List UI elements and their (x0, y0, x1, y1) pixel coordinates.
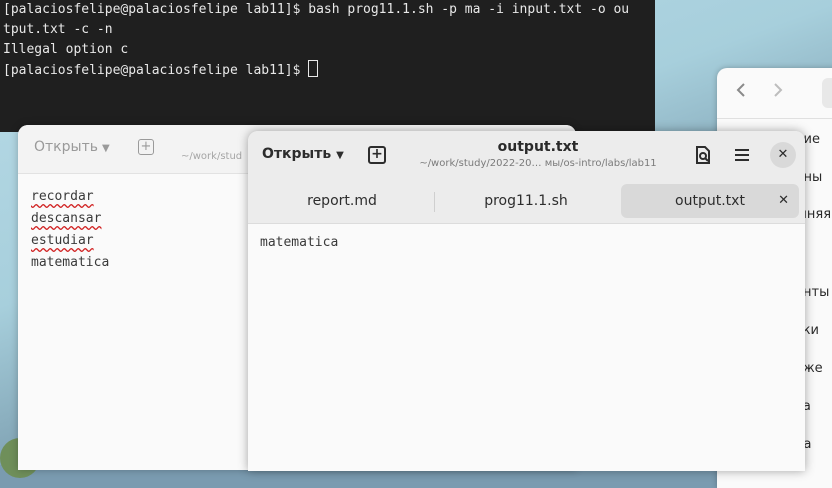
tab-label: output.txt (675, 193, 745, 209)
terminal-window[interactable]: [palaciosfelipe@palaciosfelipe lab11]$ b… (0, 0, 655, 132)
open-button[interactable]: Открыть ▼ (262, 146, 344, 162)
chevron-left-icon[interactable] (735, 82, 747, 103)
tab-prog11-1-sh[interactable]: prog11.1.sh (442, 184, 610, 218)
tab-bar: report.md prog11.1.sh output.txt ✕ (248, 179, 805, 224)
editor-text-area[interactable]: matematica (260, 235, 338, 250)
new-tab-icon[interactable]: + (138, 139, 154, 155)
tab-label: report.md (307, 193, 377, 209)
close-window-button[interactable]: ✕ (770, 142, 796, 168)
open-button[interactable]: Открыть ▼ (34, 139, 110, 155)
caret-down-icon: ▼ (101, 143, 110, 154)
window-subtitle: ~/work/study/2022-20… мы/os-intro/labs/l… (419, 158, 657, 169)
terminal-line: tput.txt -c -n (3, 22, 113, 37)
file-manager-header (717, 68, 832, 119)
terminal-line: [palaciosfelipe@palaciosfelipe lab11]$ b… (3, 2, 630, 17)
front-editor-window[interactable]: Открыть ▼ + output.txt ~/work/study/2022-… (248, 131, 805, 471)
tab-output-txt[interactable]: output.txt ✕ (621, 184, 799, 218)
open-button-label: Открыть (262, 146, 332, 162)
text-line: matematica (260, 235, 339, 250)
open-button-label: Открыть (34, 139, 98, 155)
search-document-icon[interactable] (692, 144, 714, 166)
terminal-line: Illegal option c (3, 42, 129, 57)
caret-down-icon: ▼ (336, 150, 344, 161)
close-tab-icon[interactable]: ✕ (778, 184, 789, 218)
chevron-right-icon[interactable] (772, 82, 784, 103)
window-title: output.txt (497, 139, 579, 155)
terminal-cursor (308, 60, 319, 77)
new-tab-icon[interactable]: + (368, 146, 386, 164)
terminal-prompt-line: [palaciosfelipe@palaciosfelipe lab11]$ (0, 60, 655, 81)
tab-separator (434, 192, 435, 212)
hamburger-menu-icon[interactable] (731, 144, 753, 166)
editor-header-bar: Открыть ▼ + output.txt ~/work/study/2022-… (248, 131, 805, 179)
tab-label: prog11.1.sh (484, 193, 568, 209)
window-subtitle: ~/work/stud (181, 151, 243, 162)
path-bar[interactable] (822, 78, 832, 108)
tab-report-md[interactable]: report.md (258, 184, 426, 218)
terminal-prompt: [palaciosfelipe@palaciosfelipe lab11]$ (3, 63, 309, 78)
